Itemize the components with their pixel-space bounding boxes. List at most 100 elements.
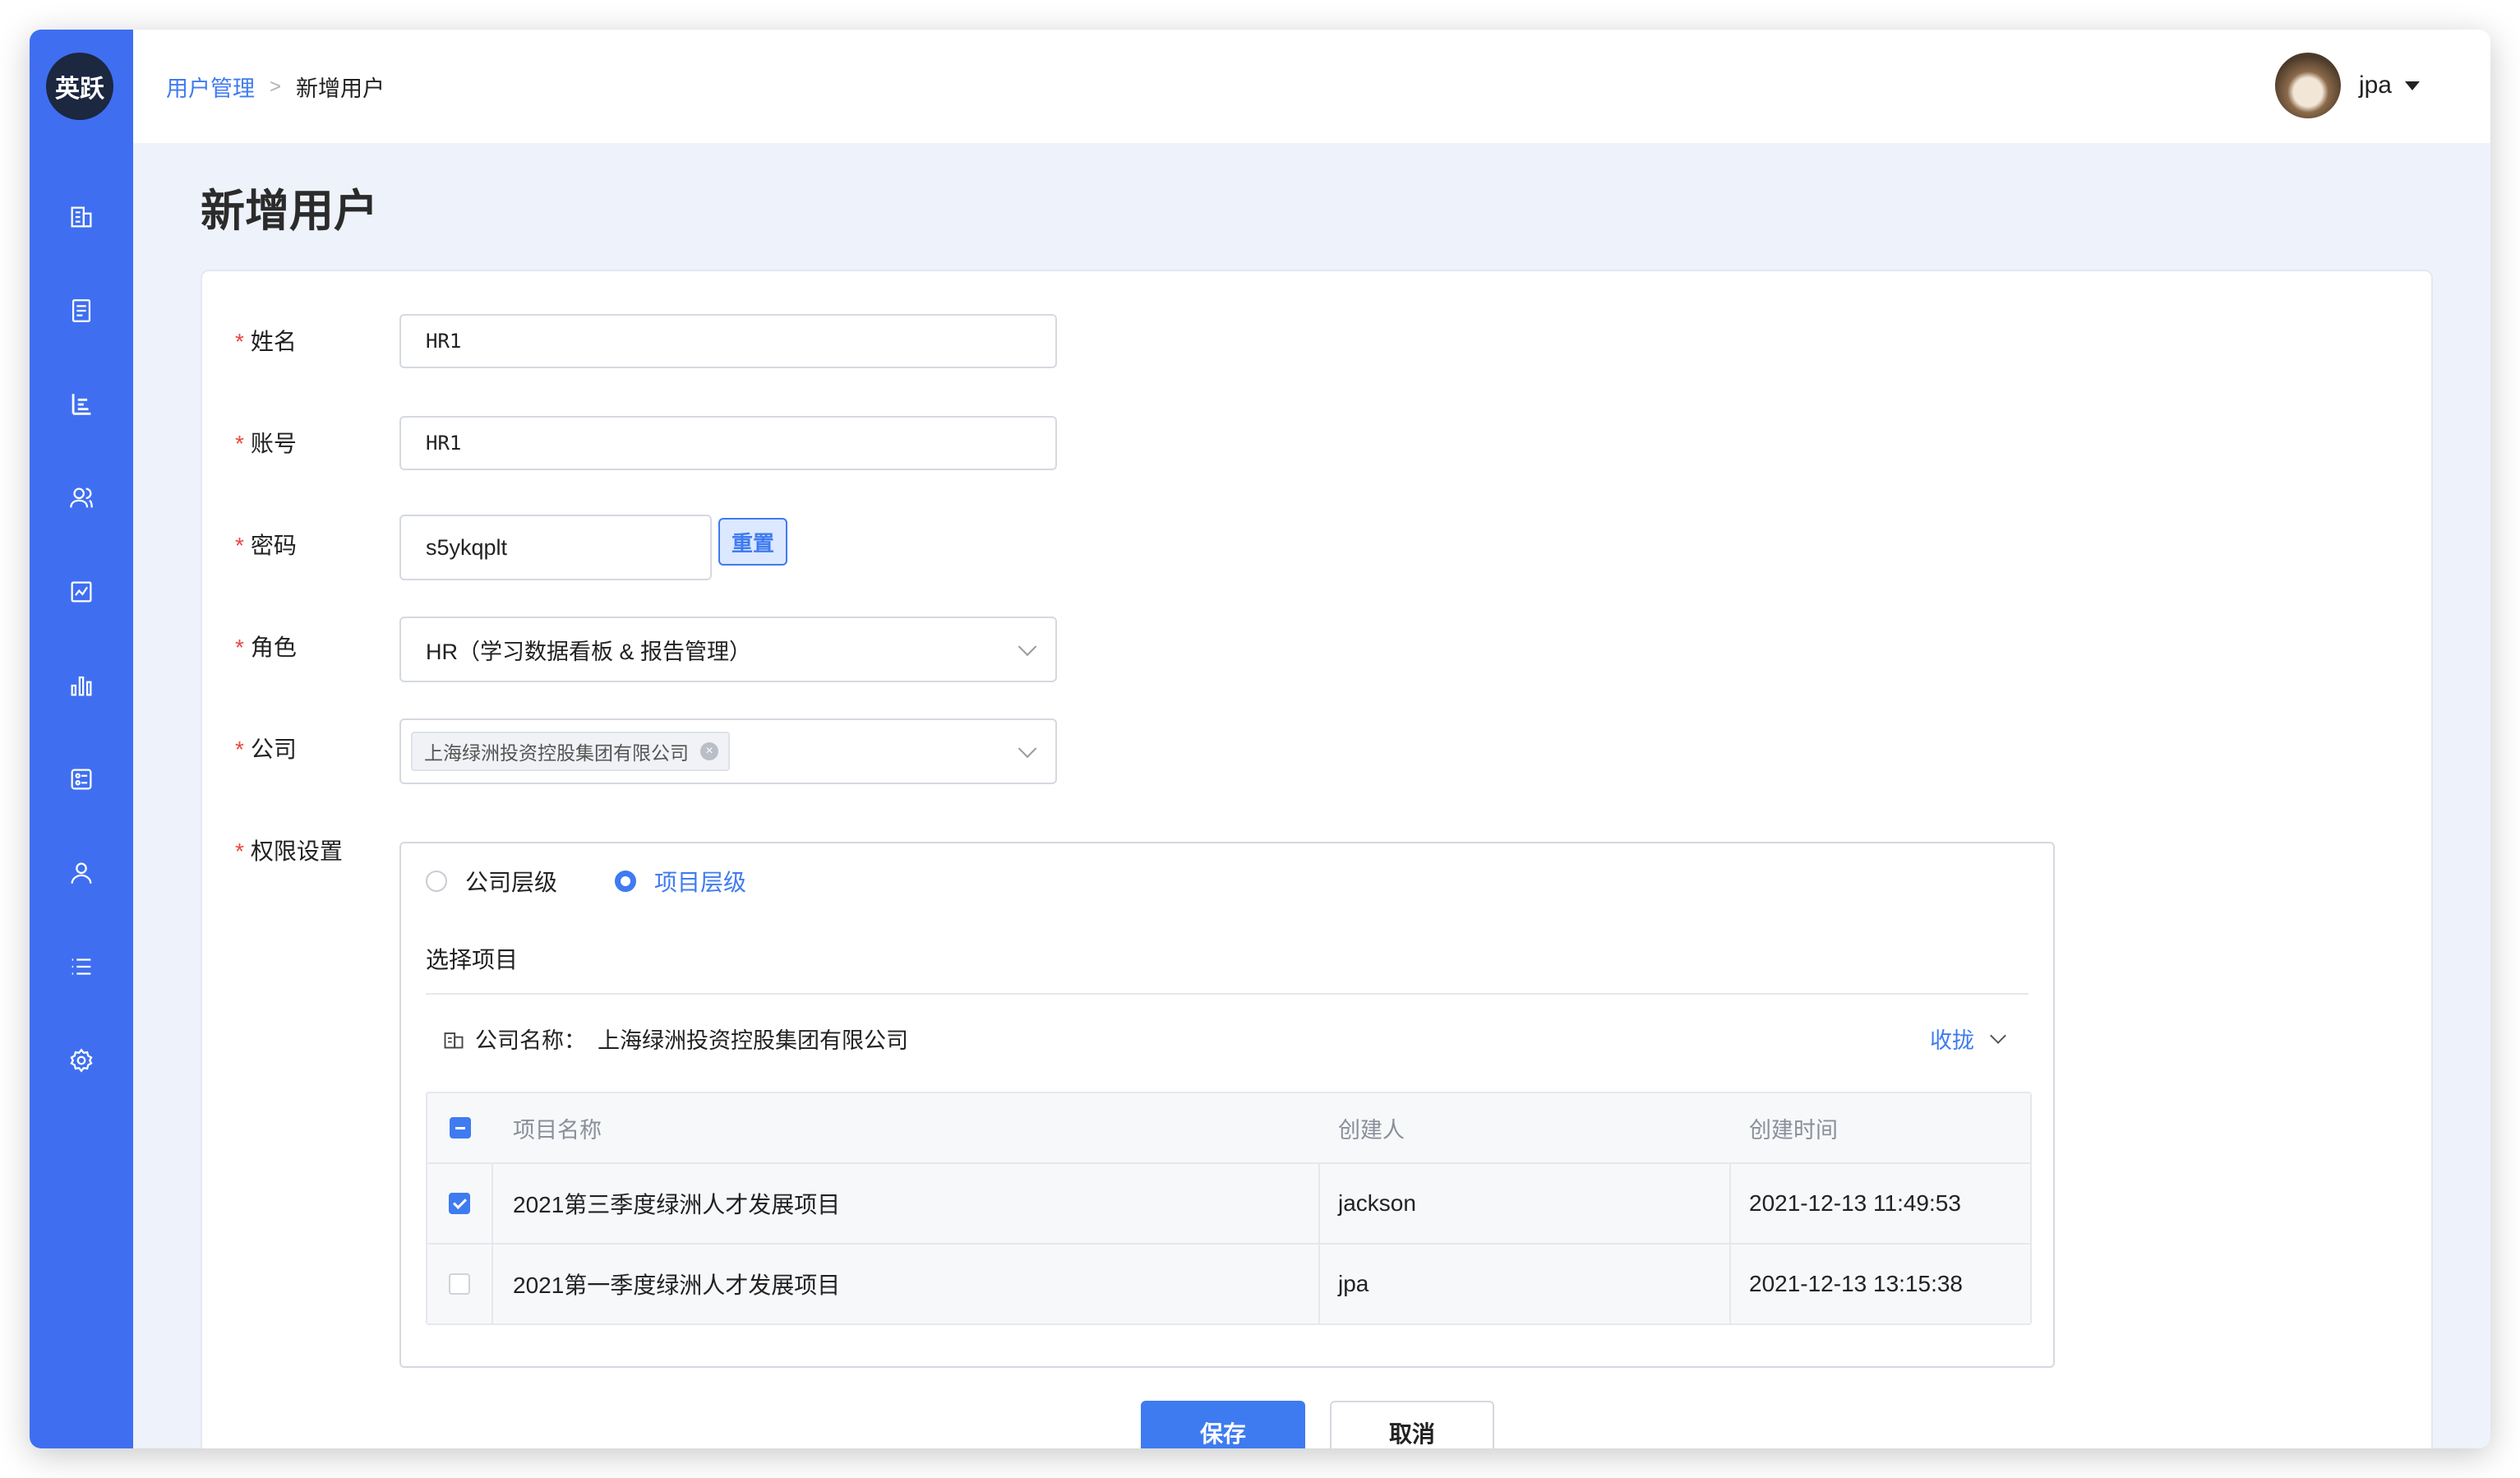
project-name-cell: 2021第一季度绿洲人才发展项目 <box>493 1245 1320 1323</box>
password-field[interactable]: s5ykqplt <box>399 515 712 580</box>
building-icon <box>71 206 92 228</box>
close-icon[interactable]: × <box>700 742 718 760</box>
caret-down-icon[interactable] <box>2405 81 2420 90</box>
password-label: * 密码 <box>235 528 297 561</box>
breadcrumb-current: 新增用户 <box>296 76 385 101</box>
select-project-title: 选择项目 <box>426 947 519 972</box>
required-mark: * <box>235 533 244 558</box>
radio-company-level-label[interactable]: 公司层级 <box>465 865 557 898</box>
required-mark: * <box>235 838 244 864</box>
sidebar-item-list[interactable] <box>57 942 106 991</box>
company-label: * 公司 <box>235 732 297 764</box>
sidebar-item-settings[interactable] <box>57 1036 106 1085</box>
created-time-cell: 2021-12-13 13:15:38 <box>1749 1271 1963 1296</box>
project-name-cell: 2021第三季度绿洲人才发展项目 <box>493 1164 1320 1243</box>
company-tag: 上海绿洲投资控股集团有限公司 × <box>411 732 730 771</box>
breadcrumb-separator-icon: > <box>270 75 282 98</box>
chevron-down-icon <box>1018 739 1037 759</box>
table-row[interactable]: 2021第三季度绿洲人才发展项目 jackson 2021-12-13 11:4… <box>427 1162 2030 1243</box>
users-icon <box>70 487 93 508</box>
radio-project-level-label[interactable]: 项目层级 <box>654 865 746 898</box>
document-icon <box>72 299 91 322</box>
app-logo: 英跃 <box>46 53 113 120</box>
name-value: HR1 <box>426 330 462 353</box>
breadcrumb: 用户管理 > 新增用户 <box>166 71 385 103</box>
column-header-created-time[interactable]: 创建时间 <box>1731 1093 2030 1162</box>
name-label-text: 姓名 <box>250 329 297 354</box>
required-mark: * <box>235 431 244 456</box>
company-select[interactable]: 上海绿洲投资控股集团有限公司 × <box>399 718 1057 784</box>
table-header-row: 项目名称 创建人 创建时间 <box>427 1093 2030 1162</box>
permissions-box: 公司层级 项目层级 选择项目 公司名称： 上海绿洲投资控股集团有限公司 收拢 项… <box>399 842 2055 1368</box>
role-label-text: 角色 <box>250 635 297 660</box>
row-select-cell <box>427 1245 493 1323</box>
chevron-down-icon[interactable] <box>1990 1027 2006 1044</box>
permissions-label-text: 权限设置 <box>250 838 343 864</box>
name-field[interactable]: HR1 <box>399 314 1057 368</box>
account-label: * 账号 <box>235 426 297 459</box>
required-mark: * <box>235 329 244 354</box>
cancel-button[interactable]: 取消 <box>1330 1401 1494 1448</box>
divider <box>426 993 2028 995</box>
company-name-value: 上海绿洲投资控股集团有限公司 <box>598 1028 908 1053</box>
select-all-cell <box>427 1093 493 1162</box>
app-window: 英跃 用户管理 > 新增用户 jpa 新增用户 * 姓名 HR1 * 账号 HR… <box>30 30 2490 1448</box>
account-field[interactable]: HR1 <box>399 416 1057 470</box>
column-header-project-name[interactable]: 项目名称 <box>493 1093 1320 1162</box>
company-name-row: 公司名称： 上海绿洲投资控股集团有限公司 <box>442 1023 908 1055</box>
form-card: * 姓名 HR1 * 账号 HR1 * 密码 s5ykqplt 重置 * 角色 HR（学… <box>201 270 2433 1448</box>
password-label-text: 密码 <box>250 533 297 558</box>
row-checkbox[interactable] <box>449 1273 470 1295</box>
collapse-label[interactable]: 收拢 <box>1930 1023 1974 1055</box>
save-button[interactable]: 保存 <box>1141 1401 1305 1448</box>
row-select-cell <box>427 1164 493 1243</box>
select-all-checkbox[interactable] <box>450 1117 471 1139</box>
sidebar-item-documents[interactable] <box>57 286 106 335</box>
creator-cell: jpa <box>1320 1245 1731 1323</box>
account-value: HR1 <box>426 432 462 455</box>
user-menu[interactable]: jpa <box>2274 53 2420 118</box>
avatar[interactable] <box>2274 53 2341 118</box>
column-header-creator[interactable]: 创建人 <box>1320 1093 1731 1162</box>
settings-panel-icon <box>71 769 92 790</box>
building-icon <box>444 1032 464 1048</box>
projects-table: 项目名称 创建人 创建时间 2021第三季度绿洲人才发展项目 jackson 2… <box>426 1092 2032 1325</box>
org-chart-icon <box>72 394 91 415</box>
company-name-label: 公司名称： <box>475 1028 586 1053</box>
bar-chart-icon <box>71 676 92 696</box>
sidebar-item-reports[interactable] <box>57 567 106 617</box>
sidebar-item-company[interactable] <box>57 192 106 242</box>
chevron-down-icon <box>1018 637 1037 657</box>
sidebar-item-profile[interactable] <box>57 848 106 898</box>
created-time-cell: 2021-12-13 11:49:53 <box>1749 1190 1961 1216</box>
row-checkbox[interactable] <box>449 1193 470 1214</box>
collapse-toggle[interactable]: 收拢 <box>1930 1023 2006 1055</box>
sidebar: 英跃 <box>30 30 133 1448</box>
top-bar: 用户管理 > 新增用户 jpa <box>133 30 2490 143</box>
user-icon <box>71 862 92 884</box>
sidebar-item-organization[interactable] <box>57 380 106 429</box>
company-tag-label: 上海绿洲投资控股集团有限公司 <box>424 742 689 764</box>
radio-company-level[interactable] <box>426 871 447 892</box>
creator-cell: jackson <box>1320 1164 1731 1243</box>
list-icon <box>72 958 91 975</box>
report-icon <box>71 581 92 603</box>
username[interactable]: jpa <box>2359 72 2392 99</box>
name-label: * 姓名 <box>235 324 297 357</box>
required-mark: * <box>235 737 244 762</box>
password-value: s5ykqplt <box>426 534 508 560</box>
page-title: 新增用户 <box>201 187 378 236</box>
radio-project-level[interactable] <box>615 871 637 892</box>
reset-password-button[interactable]: 重置 <box>718 518 787 566</box>
sidebar-item-analytics[interactable] <box>57 661 106 710</box>
required-mark: * <box>235 635 244 660</box>
sidebar-item-config[interactable] <box>57 755 106 804</box>
breadcrumb-parent-link[interactable]: 用户管理 <box>166 71 255 103</box>
company-label-text: 公司 <box>250 737 297 762</box>
gear-icon <box>70 1048 93 1073</box>
sidebar-item-users[interactable] <box>57 473 106 523</box>
account-label-text: 账号 <box>250 431 297 456</box>
permissions-label: * 权限设置 <box>235 834 343 866</box>
table-row[interactable]: 2021第一季度绿洲人才发展项目 jpa 2021-12-13 13:15:38 <box>427 1243 2030 1323</box>
role-select[interactable]: HR（学习数据看板 & 报告管理） <box>399 617 1057 682</box>
